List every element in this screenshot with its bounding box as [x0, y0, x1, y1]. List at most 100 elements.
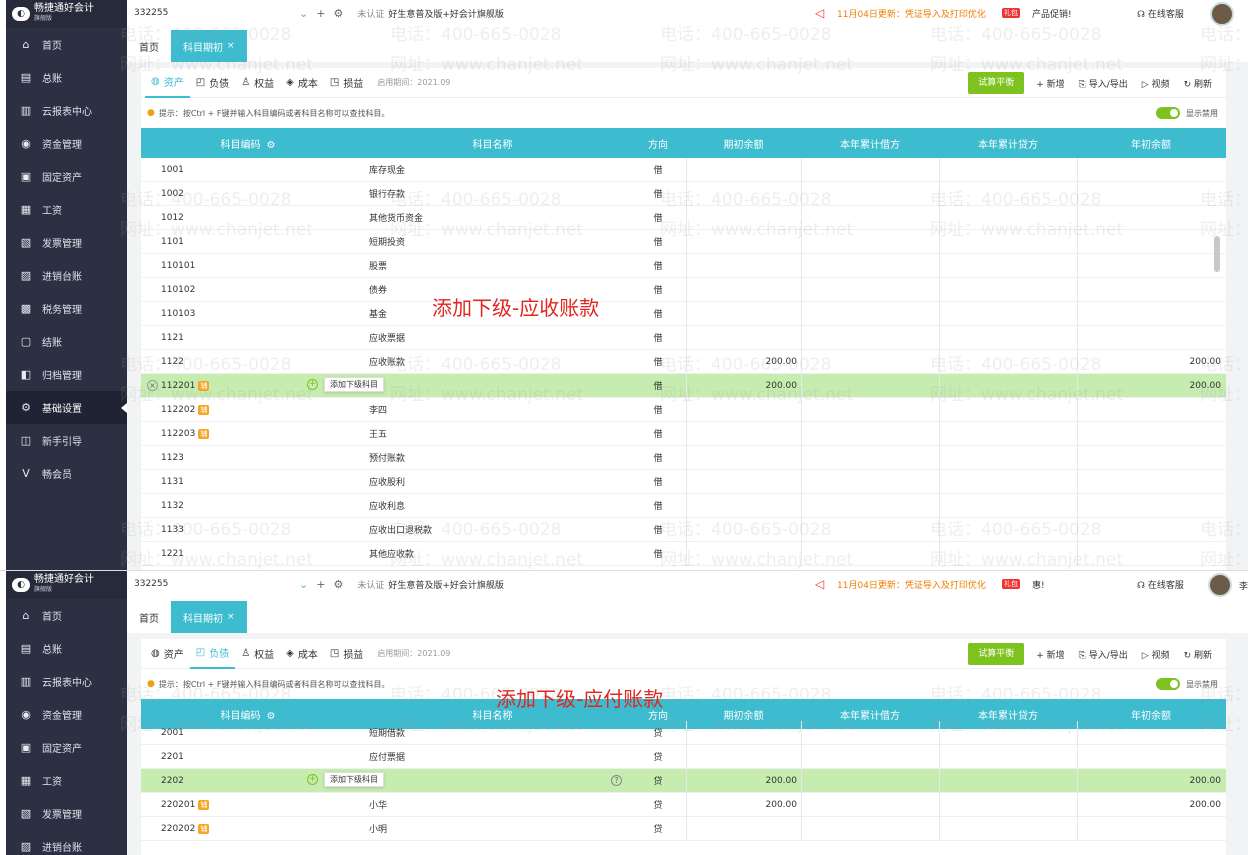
- opening-balance[interactable]: [686, 744, 801, 769]
- add-subaccount[interactable]: + 添加下级科目: [307, 772, 384, 787]
- subject-name[interactable]: 短期投资: [355, 230, 630, 254]
- ytd-debit[interactable]: [801, 325, 939, 350]
- tab-equity[interactable]: ♙ 权益: [235, 639, 280, 669]
- online-service[interactable]: ☊ 在线客服: [1137, 578, 1184, 591]
- sidebar-item-archive[interactable]: ◧ 归档管理: [6, 358, 127, 391]
- tab-liability[interactable]: ◰ 负债: [189, 639, 236, 669]
- ytd-credit[interactable]: [939, 744, 1077, 769]
- ytd-debit[interactable]: [801, 205, 939, 230]
- ytd-debit[interactable]: [801, 181, 939, 206]
- new-button[interactable]: + 新增: [1036, 648, 1064, 661]
- tab-cost[interactable]: ◈ 成本: [280, 68, 324, 98]
- table-row[interactable]: 110103 基金借: [141, 301, 1226, 326]
- opening-balance[interactable]: [686, 301, 801, 326]
- close-icon[interactable]: ×: [147, 380, 158, 391]
- year-begin-balance[interactable]: [1077, 445, 1225, 470]
- opening-balance[interactable]: 200.00: [686, 349, 801, 374]
- subject-name[interactable]: 应付票据: [355, 745, 630, 769]
- tab-opening-balance[interactable]: 科目期初 ×: [171, 30, 247, 62]
- plus-icon[interactable]: +: [307, 774, 318, 785]
- year-begin-balance[interactable]: [1077, 181, 1225, 206]
- opening-balance[interactable]: [686, 469, 801, 494]
- subject-name[interactable]: 小华: [355, 793, 630, 817]
- promo-text[interactable]: 惠!: [1032, 578, 1045, 591]
- opening-balance[interactable]: [686, 397, 801, 422]
- chevron-down-icon[interactable]: ⌄: [299, 578, 308, 591]
- year-begin-balance[interactable]: 200.00: [1077, 768, 1225, 793]
- plus-icon[interactable]: +: [307, 379, 318, 390]
- table-row[interactable]: 1133 应收出口退税款 借: [141, 517, 1226, 542]
- show-disabled-toggle[interactable]: [1156, 678, 1180, 690]
- sidebar-item-stock[interactable]: ▨ 进销台账: [6, 259, 127, 292]
- ytd-debit[interactable]: [801, 744, 939, 769]
- new-button[interactable]: + 新增: [1036, 77, 1064, 90]
- help-icon[interactable]: ?: [611, 775, 622, 786]
- table-row[interactable]: 112203 辅王五借: [141, 421, 1226, 446]
- sidebar-item-salary[interactable]: ▦ 工资: [6, 764, 127, 797]
- ytd-credit[interactable]: [939, 421, 1077, 446]
- subject-name[interactable]: 预付账款: [355, 446, 630, 470]
- show-disabled-toggle[interactable]: [1156, 107, 1180, 119]
- ytd-credit[interactable]: [939, 469, 1077, 494]
- opening-balance[interactable]: 200.00: [686, 373, 801, 398]
- year-begin-balance[interactable]: [1077, 493, 1225, 518]
- sidebar-item-invoice[interactable]: ▧ 发票管理: [6, 226, 127, 259]
- ytd-debit[interactable]: [801, 253, 939, 278]
- ytd-debit[interactable]: [801, 768, 939, 793]
- tab-opening-balance[interactable]: 科目期初 ×: [171, 601, 247, 633]
- subject-name[interactable]: 其他应收款: [355, 542, 630, 566]
- ytd-credit[interactable]: [939, 349, 1077, 374]
- opening-balance[interactable]: [686, 541, 801, 566]
- subject-name[interactable]: 银行存款: [355, 182, 630, 206]
- opening-balance[interactable]: [686, 421, 801, 446]
- year-begin-balance[interactable]: [1077, 469, 1225, 494]
- year-begin-balance[interactable]: [1077, 744, 1225, 769]
- table-row[interactable]: 1012 其他货币资金 借: [141, 205, 1226, 230]
- opening-balance[interactable]: [686, 277, 801, 302]
- sidebar-item-stock[interactable]: ▨ 进销台账: [6, 830, 127, 855]
- sidebar-item-guide[interactable]: ◫ 新手引导: [6, 424, 127, 457]
- table-row[interactable]: 1122 应收账款 借 200.00 200.00: [141, 349, 1226, 374]
- ytd-debit[interactable]: [801, 421, 939, 446]
- ytd-credit[interactable]: [939, 541, 1077, 566]
- ytd-debit[interactable]: [801, 157, 939, 182]
- table-row[interactable]: 1101 短期投资 借: [141, 229, 1226, 254]
- video-button[interactable]: ▷ 视频: [1142, 648, 1170, 661]
- year-begin-balance[interactable]: [1077, 205, 1225, 230]
- year-begin-balance[interactable]: [1077, 397, 1225, 422]
- ytd-credit[interactable]: [939, 445, 1077, 470]
- opening-balance[interactable]: [686, 157, 801, 182]
- sidebar-item-money[interactable]: ◉ 资金管理: [6, 127, 127, 160]
- subject-name[interactable]: 王五: [355, 422, 630, 446]
- tab-home[interactable]: 首页: [127, 30, 171, 62]
- table-row[interactable]: 1002 银行存款 借: [141, 181, 1226, 206]
- ytd-debit[interactable]: [801, 229, 939, 254]
- ytd-credit[interactable]: [939, 768, 1077, 793]
- opening-balance[interactable]: [686, 517, 801, 542]
- subject-name[interactable]: 应收利息: [355, 494, 630, 518]
- avatar[interactable]: [1210, 2, 1234, 26]
- subject-name[interactable]: 款: [355, 769, 630, 793]
- close-icon[interactable]: ×: [227, 41, 235, 51]
- ytd-credit[interactable]: [939, 720, 1077, 745]
- subject-name[interactable]: 股票: [355, 254, 630, 278]
- tab-liability[interactable]: ◰ 负债: [190, 68, 235, 98]
- subject-name[interactable]: [355, 374, 630, 398]
- ytd-credit[interactable]: [939, 301, 1077, 326]
- gift-badge-icon[interactable]: 礼包: [1002, 579, 1020, 589]
- tab-profit[interactable]: ◳ 损益: [324, 639, 369, 669]
- table-row[interactable]: 2001 短期借款 贷: [141, 720, 1226, 745]
- ytd-credit[interactable]: [939, 325, 1077, 350]
- ytd-credit[interactable]: [939, 373, 1077, 398]
- subject-name[interactable]: 应收出口退税款: [355, 518, 630, 542]
- ytd-credit[interactable]: [939, 816, 1077, 841]
- opening-balance[interactable]: [686, 253, 801, 278]
- sidebar-item-chart[interactable]: ▥ 云报表中心: [6, 94, 127, 127]
- table-row[interactable]: 1132 应收利息 借: [141, 493, 1226, 518]
- opening-balance[interactable]: [686, 325, 801, 350]
- opening-balance[interactable]: [686, 229, 801, 254]
- table-row[interactable]: 112201 辅 借 200.00 200.00 × + 添加下级科目: [141, 373, 1226, 398]
- account-selector[interactable]: 332255: [127, 579, 297, 589]
- user-name[interactable]: 李: [1239, 579, 1248, 592]
- update-notice[interactable]: 11月04日更新：凭证导入及打印优化: [837, 578, 986, 591]
